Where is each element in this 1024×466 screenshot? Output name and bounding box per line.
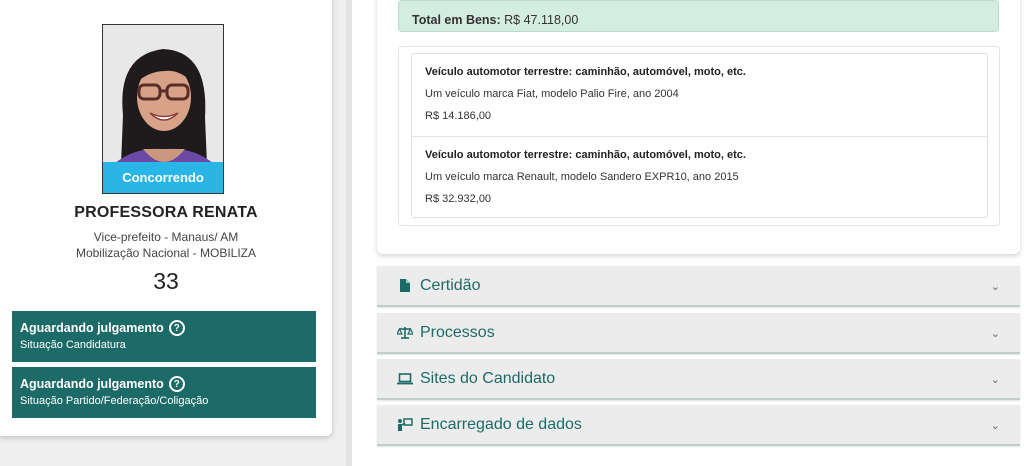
accordion-sites[interactable]: Sites do Candidato ⌄ xyxy=(377,359,1020,400)
situation-subtitle: Situação Candidatura xyxy=(20,339,126,351)
situation-partido: Aguardando julgamento ? Situação Partido… xyxy=(12,367,316,418)
bem-type: Veículo automotor terrestre: caminhão, a… xyxy=(425,149,746,161)
list-item: Veículo automotor terrestre: caminhão, a… xyxy=(412,54,987,136)
accordion-label: Processos xyxy=(420,323,495,341)
bens-list-container: Veículo automotor terrestre: caminhão, a… xyxy=(398,46,1000,226)
file-icon xyxy=(397,278,413,294)
chevron-down-icon: ⌄ xyxy=(990,420,1000,432)
bem-value: R$ 14.186,00 xyxy=(425,110,492,122)
accordion-certidao[interactable]: Certidão ⌄ xyxy=(377,266,1020,307)
situation-title: Aguardando julgamento xyxy=(20,377,164,391)
chevron-down-icon: ⌄ xyxy=(990,374,1000,386)
total-label: Total em Bens: xyxy=(412,13,501,27)
status-ribbon: Concorrendo xyxy=(103,162,223,193)
person-board-icon xyxy=(397,417,413,433)
total-bens: Total em Bens: R$ 47.118,00 xyxy=(398,0,999,32)
bem-value: R$ 32.932,00 xyxy=(425,193,492,205)
candidate-office: Vice-prefeito - Manaus/ AM xyxy=(93,230,239,244)
bem-type: Veículo automotor terrestre: caminhão, a… xyxy=(425,66,746,78)
accordion-processos[interactable]: Processos ⌄ xyxy=(377,313,1020,354)
candidate-name: PROFESSORA RENATA xyxy=(74,204,258,221)
candidate-photo: Concorrendo xyxy=(102,24,224,194)
candidate-card: Concorrendo PROFESSORA RENATA Vice-prefe… xyxy=(0,0,332,436)
total-value: R$ 47.118,00 xyxy=(504,13,579,27)
list-item: Veículo automotor terrestre: caminhão, a… xyxy=(412,136,987,218)
candidate-party: Mobilização Nacional - MOBILIZA xyxy=(75,246,257,260)
situation-title: Aguardando julgamento xyxy=(20,321,164,335)
help-icon[interactable]: ? xyxy=(168,320,185,336)
bem-description: Um veículo marca Fiat, modelo Palio Fire… xyxy=(425,88,679,100)
bem-description: Um veículo marca Renault, modelo Sandero… xyxy=(425,171,739,183)
bens-card: Total em Bens: R$ 47.118,00 Veículo auto… xyxy=(377,0,1020,254)
situation-candidatura: Aguardando julgamento ? Situação Candida… xyxy=(12,311,316,362)
accordion-label: Certidão xyxy=(420,276,481,294)
accordion-label: Encarregado de dados xyxy=(420,415,582,433)
laptop-icon xyxy=(397,371,413,387)
bens-list: Veículo automotor terrestre: caminhão, a… xyxy=(411,53,988,218)
accordion-label: Sites do Candidato xyxy=(420,369,556,387)
balance-scale-icon xyxy=(397,325,413,341)
chevron-down-icon: ⌄ xyxy=(990,328,1000,340)
situation-subtitle: Situação Partido/Federação/Coligação xyxy=(20,395,209,407)
candidate-number: 33 xyxy=(153,268,179,294)
accordion-encarregado[interactable]: Encarregado de dados ⌄ xyxy=(377,405,1020,446)
chevron-down-icon: ⌄ xyxy=(990,281,1000,293)
help-icon[interactable]: ? xyxy=(168,376,185,392)
